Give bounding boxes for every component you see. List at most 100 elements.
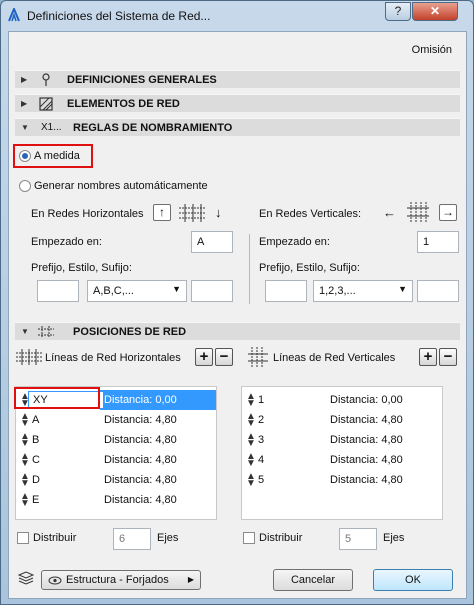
grid-positions-icon [38,326,54,338]
row-distance: Distancia: 4,80 [104,454,177,466]
add-horizontal-line-button[interactable]: + [195,348,213,366]
row-distance: Distancia: 4,80 [104,494,177,506]
vertical-grids-label: En Redes Verticales: [259,208,362,220]
order-up-button[interactable]: ↑ [153,204,171,221]
eye-icon [48,576,62,585]
minus-icon: − [443,348,453,365]
help-button[interactable]: ? [385,2,411,21]
h-distribute-checkbox[interactable] [17,532,29,544]
drag-handle-icon[interactable]: ▲ ▼ [246,392,256,409]
h-style-select[interactable]: A,B,C,... ▼ [87,280,187,302]
drag-handle-icon[interactable]: ▲ ▼ [20,412,30,429]
close-button[interactable]: ✕ [412,2,458,21]
order-down-button[interactable]: ↓ [215,205,222,220]
row-name: 3 [258,434,265,446]
vertical-lines-label: Líneas de Red Verticales [273,352,396,364]
section-grid-elements[interactable]: ▶ ELEMENTOS DE RED [15,94,460,112]
section-general-settings[interactable]: ▶ DEFINICIONES GENERALES [15,70,460,88]
list-item[interactable]: ▲ ▼ B Distancia: 4,80 [16,430,216,450]
v-distribute-checkbox[interactable] [243,532,255,544]
h-suffix-input[interactable] [191,280,233,302]
order-right-button[interactable]: → [439,204,457,221]
dialog-window: Definiciones del Sistema de Red... ? ✕ O… [0,0,474,605]
plus-icon: + [199,348,209,365]
drag-handle-icon[interactable]: ▲ ▼ [246,472,256,489]
auto-naming-label: Generar nombres automáticamente [34,180,208,192]
section-naming-rules[interactable]: ▼ X1... REGLAS DE NOMBRAMIENTO [15,118,460,136]
layer-select[interactable]: Estructura - Forjados ▶ [41,570,201,590]
list-item[interactable]: ▲ ▼ A Distancia: 4,80 [16,410,216,430]
v-start-label: Empezado en: [259,236,330,248]
v-start-input[interactable]: 1 [417,231,459,253]
drag-handle-icon[interactable]: ▲ ▼ [20,452,30,469]
v-style-select[interactable]: 1,2,3,... ▼ [313,280,413,302]
drag-handle-icon[interactable]: ▲ ▼ [20,472,30,489]
drag-handle-icon[interactable]: ▲ ▼ [246,412,256,429]
cancel-button[interactable]: Cancelar [273,569,353,591]
arrow-up-icon: ↑ [159,205,165,219]
v-suffix-input[interactable] [417,280,459,302]
section-grid-positions[interactable]: ▼ POSICIONES DE RED [15,322,460,340]
default-button[interactable]: Omisión [412,44,452,56]
list-item[interactable]: ▲ ▼ C Distancia: 4,80 [16,450,216,470]
drag-handle-icon[interactable]: ▲ ▼ [20,432,30,449]
ok-button[interactable]: OK [373,569,453,591]
row-distance: Distancia: 0,00 [104,394,177,406]
dropdown-arrow-icon: ▼ [172,284,181,294]
horizontal-grids-label: En Redes Horizontales [31,208,144,220]
drag-handle-icon[interactable]: ▲ ▼ [246,432,256,449]
row-name: 2 [258,414,265,426]
section-title: REGLAS DE NOMBRAMIENTO [73,122,233,134]
plus-icon: + [423,348,433,365]
list-item[interactable]: ▲ ▼ E Distancia: 4,80 [16,490,216,510]
h-prefix-input[interactable] [37,280,79,302]
v-distribute-label: Distribuir [259,532,303,544]
window-title: Definiciones del Sistema de Red... [27,9,211,23]
dialog-body: Omisión ▶ DEFINICIONES GENERALES ▶ ELEME… [8,31,467,599]
h-axes-label: Ejes [157,532,179,544]
layers-icon [17,571,35,585]
v-prefix-input[interactable] [265,280,307,302]
v-style-value: 1,2,3,... [319,285,356,297]
horizontal-lines-label: Líneas de Red Horizontales [45,352,181,364]
vertical-grid-icon [407,202,429,222]
auto-naming-radio[interactable] [19,180,31,192]
expanded-arrow-icon: ▼ [21,123,29,132]
row-distance: Distancia: 4,80 [104,414,177,426]
remove-vertical-line-button[interactable]: − [439,348,457,366]
drag-handle-icon[interactable]: ▲ ▼ [246,452,256,469]
row-name: B [32,434,40,446]
row-name: D [32,474,40,486]
vertical-lines-list[interactable]: ▲ ▼ 1 Distancia: 0,00 ▲ ▼ 2 Distancia: 4,8… [241,386,443,520]
expanded-arrow-icon: ▼ [21,327,29,336]
v-axes-input[interactable]: 5 [339,528,377,550]
list-item[interactable]: ▲ ▼ 3 Distancia: 4,80 [242,430,442,450]
title-bar: Definiciones del Sistema de Red... ? ✕ [1,1,473,31]
h-axes-input[interactable]: 6 [113,528,151,550]
row-distance: Distancia: 0,00 [330,394,403,406]
add-vertical-line-button[interactable]: + [419,348,437,366]
list-item[interactable]: ▲ ▼ 2 Distancia: 4,80 [242,410,442,430]
row-distance: Distancia: 4,80 [330,474,403,486]
horizontal-grid-icon [179,204,205,222]
remove-horizontal-line-button[interactable]: − [215,348,233,366]
custom-naming-radio[interactable] [19,150,31,162]
h-start-input[interactable]: A [191,231,233,253]
section-title: DEFINICIONES GENERALES [67,74,217,86]
row-name: 5 [258,474,265,486]
drag-handle-icon[interactable]: ▲ ▼ [20,492,30,509]
h-prefix-label: Prefijo, Estilo, Sufijo: [31,262,132,274]
list-item[interactable]: ▲ ▼ 1 Distancia: 0,00 [242,390,442,410]
order-left-button[interactable]: ← [383,205,396,220]
list-item[interactable]: ▲ ▼ 4 Distancia: 4,80 [242,450,442,470]
v-prefix-label: Prefijo, Estilo, Sufijo: [259,262,360,274]
list-item[interactable]: ▲ ▼ D Distancia: 4,80 [16,470,216,490]
list-item[interactable]: ▲ ▼ 5 Distancia: 4,80 [242,470,442,490]
custom-naming-label: A medida [34,150,80,162]
row-name: C [32,454,40,466]
pin-icon [42,73,50,86]
naming-icon: X1... [41,122,62,133]
h-distribute-label: Distribuir [33,532,77,544]
row-distance: Distancia: 4,80 [330,454,403,466]
section-title: POSICIONES DE RED [73,326,187,338]
